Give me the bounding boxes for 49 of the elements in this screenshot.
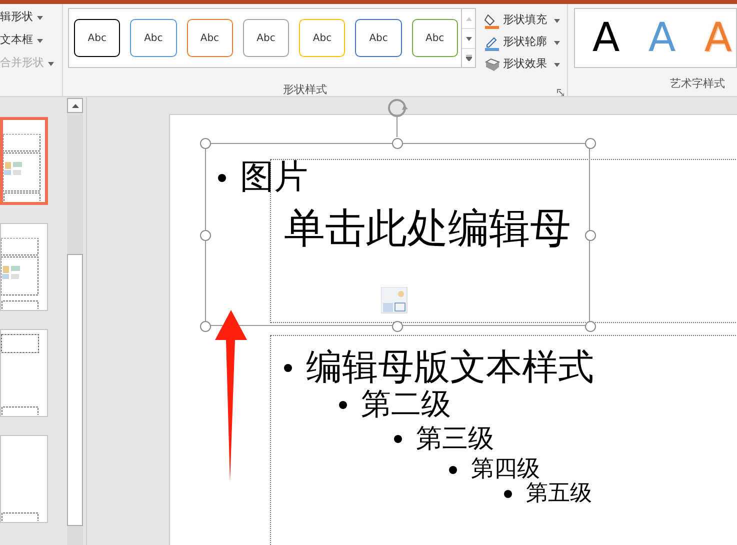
shape-style-preset[interactable]: Abc <box>130 19 177 57</box>
caret-up-icon <box>72 104 78 108</box>
slide-thumbnail[interactable] <box>0 117 48 205</box>
slide-thumbnail[interactable] <box>0 435 48 523</box>
caret-icon <box>37 38 43 42</box>
footer-placeholder-icon <box>1 406 39 415</box>
scroll-up-button[interactable] <box>67 98 83 113</box>
format-command[interactable]: 形状效果 <box>484 55 560 74</box>
slide-thumbnail[interactable] <box>0 329 48 417</box>
body-text: 第三级 <box>416 426 494 452</box>
shape-effect-icon <box>484 58 500 72</box>
caret-icon <box>554 40 560 44</box>
ribbon-command[interactable]: 文本框 <box>0 30 62 51</box>
shape-style-preset[interactable]: Abc <box>355 19 402 57</box>
body-text: 第二级 <box>361 390 451 420</box>
text-box-text: 图片 <box>240 160 308 194</box>
expand-icon <box>466 55 472 61</box>
body-text: 第五级 <box>526 483 592 505</box>
footer-placeholder-icon <box>1 300 39 309</box>
shape-style-preset[interactable]: Abc <box>186 19 233 57</box>
body-text: 第四级 <box>471 458 540 481</box>
rotate-handle-icon[interactable] <box>387 98 409 137</box>
wordart-preset[interactable]: A <box>589 18 623 58</box>
footer-placeholder-icon <box>3 192 41 201</box>
group-label: 艺术字样式 <box>670 76 726 92</box>
dialog-launcher-icon[interactable] <box>557 88 564 96</box>
format-command[interactable]: 形状轮廓 <box>484 33 560 52</box>
ribbon-command[interactable]: 辑形状 <box>0 7 62 28</box>
caret-icon <box>554 18 560 22</box>
shape-style-preset[interactable]: Abc <box>242 19 290 57</box>
shape-style-preset[interactable]: Abc <box>74 19 120 57</box>
caret-up-icon <box>466 16 472 20</box>
shape-style-preset[interactable]: Abc <box>412 19 458 57</box>
footer-placeholder-icon <box>1 512 39 521</box>
pencil-icon <box>484 34 500 50</box>
title-text: 单击此处编辑母 <box>284 204 571 252</box>
format-command[interactable]: 形状填充 <box>484 11 560 30</box>
caret-icon <box>48 62 54 66</box>
caret-down-icon <box>466 36 472 40</box>
group-label: 形状样式 <box>283 82 327 98</box>
caret-icon <box>554 62 560 66</box>
body-text: 编辑母版文本样式 <box>306 350 594 386</box>
picture-placeholder-icon <box>381 287 409 315</box>
scroll-thumb[interactable] <box>67 254 83 526</box>
caret-icon <box>37 16 43 20</box>
shape-style-preset[interactable]: Abc <box>299 19 346 57</box>
paint-bucket-icon <box>484 12 500 28</box>
slide-thumbnail[interactable] <box>0 223 48 311</box>
title-placeholder-icon <box>1 334 39 354</box>
